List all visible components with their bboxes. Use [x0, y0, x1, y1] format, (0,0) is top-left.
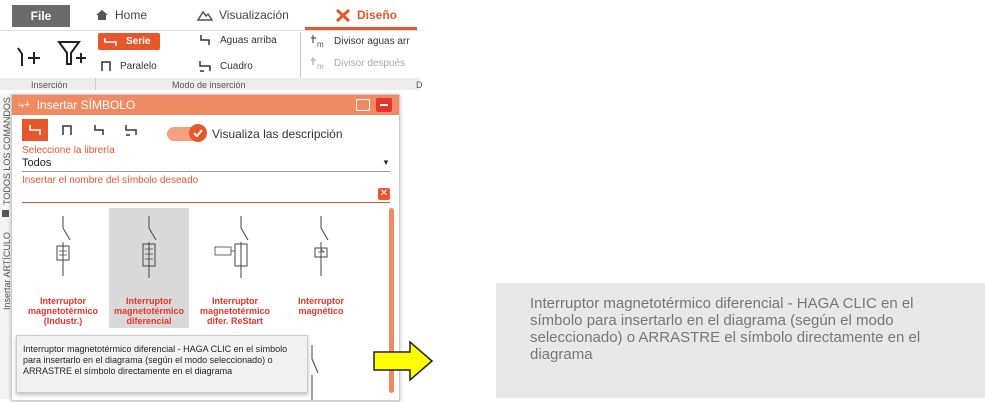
- tab-visualizacion[interactable]: Visualización: [197, 8, 289, 22]
- divisor-aguas-arriba-button[interactable]: m Divisor aguas arr: [310, 34, 410, 48]
- svg-text:m: m: [317, 40, 324, 48]
- divisor-icon: m: [311, 35, 324, 48]
- serie-icon: [29, 125, 41, 135]
- symbol-search-input[interactable]: Insertar el nombre del símbolo deseado: [22, 175, 198, 186]
- panel-mode-cuadro-button[interactable]: [118, 119, 144, 141]
- mountain-icon: [197, 10, 213, 21]
- symbol-tooltip: Interruptor magnetotérmico diferencial -…: [16, 335, 308, 393]
- filter-plus-icon: [57, 41, 86, 65]
- insert-symbol-panel: ⤷+ Insertar SÍMBOLO Visualiza las descri…: [11, 94, 400, 401]
- divisor-aguas-arriba-label: Divisor aguas arr: [334, 35, 410, 47]
- symbol-name: Interruptor magnetotérmico difer. ReStart: [199, 296, 270, 326]
- dock-icon[interactable]: [356, 99, 370, 111]
- cuadro-icon: [125, 125, 137, 136]
- description-toggle[interactable]: [167, 124, 207, 142]
- chevron-down-icon[interactable]: ▼: [382, 158, 390, 167]
- symbol-name: Interruptor magnetotérmico diferencial: [113, 296, 184, 326]
- cuadro-icon: [199, 61, 211, 72]
- symbol-item-magnetotermico-industr[interactable]: Interruptor magnetotérmico (Industr.): [23, 208, 103, 328]
- ribbon-divider: [0, 30, 420, 31]
- magnetic-breaker-symbol-icon: [314, 216, 329, 276]
- symbol-item-magnetotermico-restart[interactable]: Interruptor magnetotérmico difer. ReStart: [195, 208, 275, 328]
- group-label-truncated: D: [416, 80, 423, 90]
- divisor-despues-label: Divisor después: [334, 57, 406, 69]
- mode-aguas-arriba-button[interactable]: Aguas arriba: [198, 34, 277, 46]
- mode-serie-button[interactable]: Serie: [98, 33, 161, 50]
- insert-filter-big-button[interactable]: [56, 38, 88, 75]
- mode-cuadro-label: Cuadro: [220, 60, 253, 72]
- library-select-value[interactable]: Todos: [22, 157, 51, 169]
- insert-symbol-icon: ⤷+: [18, 98, 31, 111]
- tab-home-label: Home: [115, 8, 148, 22]
- tab-home[interactable]: Home: [95, 8, 147, 22]
- clear-search-icon[interactable]: ✕: [378, 188, 390, 200]
- ribbon-vertical-divider: [300, 32, 301, 78]
- group-divider: [95, 78, 96, 90]
- panel-mode-serie-button[interactable]: [22, 119, 48, 141]
- symbol-item-magnetotermico-diferencial[interactable]: Interruptor magnetotérmico diferencial: [109, 208, 189, 328]
- toggle-label: Visualiza las descripción: [212, 127, 343, 141]
- pin-icon[interactable]: [376, 98, 392, 112]
- group-label-modo-insercion: Modo de inserción: [172, 80, 246, 90]
- group-label-insercion: Inserción: [31, 80, 68, 90]
- insert-symbol-icon: [17, 47, 40, 66]
- paralelo-icon: [101, 61, 111, 71]
- file-tab[interactable]: File: [12, 5, 70, 27]
- insert-symbol-big-button[interactable]: [14, 40, 44, 75]
- panel-header: ⤷+ Insertar SÍMBOLO: [12, 95, 399, 115]
- panel-title: Insertar SÍMBOLO: [36, 98, 136, 112]
- mode-paralelo-label: Paralelo: [120, 60, 157, 72]
- arrow-right-icon: [373, 340, 434, 382]
- symbol-name: Interruptor magnético: [298, 296, 344, 316]
- mode-aguas-arriba-label: Aguas arriba: [220, 34, 277, 46]
- restart-symbol-icon: [214, 216, 249, 278]
- check-icon: [189, 124, 207, 142]
- symbol-item-magnetico[interactable]: Interruptor magnético: [281, 208, 361, 328]
- divisor-despues-button[interactable]: m Divisor después: [310, 56, 405, 70]
- search-underline: [22, 202, 390, 203]
- tab-visualizacion-label: Visualización: [219, 8, 289, 22]
- tab-diseno[interactable]: Diseño: [335, 8, 397, 22]
- mode-cuadro-button[interactable]: Cuadro: [198, 60, 253, 72]
- tools-icon: [335, 8, 351, 22]
- aguas-arriba-icon: [94, 125, 104, 135]
- panel-mode-aguas-arriba-button[interactable]: [86, 119, 112, 141]
- tooltip-zoom-callout: Interruptor magnetotérmico diferencial -…: [496, 283, 985, 398]
- aguas-arriba-icon: [200, 35, 210, 45]
- home-icon: [96, 10, 108, 20]
- library-select-underline: [22, 171, 390, 172]
- mode-serie-label: Serie: [126, 36, 151, 47]
- divisor-disabled-icon: m: [311, 57, 324, 70]
- breaker-symbol-icon: [56, 216, 71, 276]
- rcbo-symbol-icon: [142, 216, 157, 278]
- panel-mode-paralelo-button[interactable]: [54, 119, 80, 141]
- tab-diseno-label: Diseño: [357, 8, 398, 22]
- symbol-name: Interruptor magnetotérmico (Industr.): [27, 296, 98, 326]
- svg-text:m: m: [317, 62, 324, 70]
- side-tab-icon: [2, 210, 9, 217]
- paralelo-icon: [62, 125, 72, 135]
- serie-icon: [104, 37, 117, 46]
- mode-paralelo-button[interactable]: Paralelo: [100, 60, 157, 72]
- library-label: Seleccione la librería: [22, 145, 115, 156]
- toggle-switch[interactable]: [167, 124, 207, 142]
